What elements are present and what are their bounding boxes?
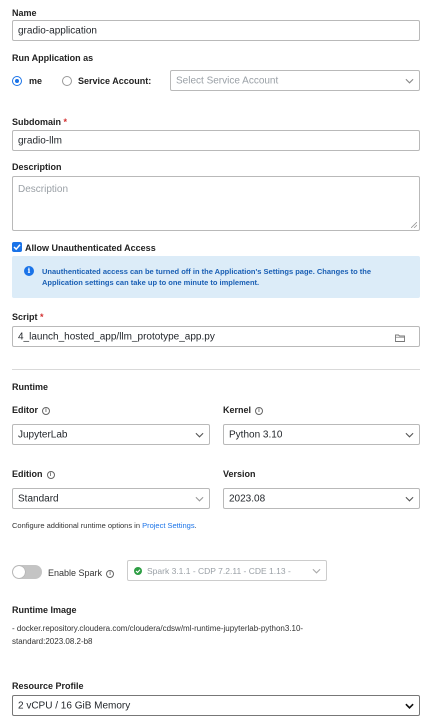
editor-label-text: Editor xyxy=(12,405,38,415)
script-required-mark: * xyxy=(40,312,44,322)
edition-label-text: Edition xyxy=(12,469,43,479)
runtime-config-note: Configure additional runtime options in … xyxy=(12,521,197,530)
chevron-down-icon xyxy=(405,496,414,502)
project-settings-link[interactable]: Project Settings xyxy=(142,521,195,530)
script-input[interactable]: 4_launch_hosted_app/llm_prototype_app.py xyxy=(12,326,420,347)
edition-label: Edition i xyxy=(12,469,55,479)
radio-service-account-label: Service Account: xyxy=(78,76,152,86)
subdomain-label-text: Subdomain xyxy=(12,117,61,127)
chevron-down-icon xyxy=(312,568,321,574)
description-textarea[interactable]: Description xyxy=(12,176,420,231)
name-input-value: gradio-application xyxy=(18,25,97,36)
check-icon xyxy=(13,244,21,251)
runtime-image-line2: standard:2023.08.2-b8 xyxy=(12,637,93,646)
chevron-down-icon xyxy=(195,432,204,438)
toggle-knob xyxy=(13,566,25,578)
runtime-image-line1: - docker.repository.cloudera.com/clouder… xyxy=(12,624,304,633)
resize-handle-icon[interactable] xyxy=(411,222,417,228)
kernel-label-text: Kernel xyxy=(223,405,252,415)
runtime-heading: Runtime xyxy=(12,382,48,392)
editor-select-value: JupyterLab xyxy=(18,429,68,440)
enable-spark-toggle[interactable] xyxy=(12,565,42,579)
runtime-config-text: Configure additional runtime options in xyxy=(12,521,143,530)
editor-select[interactable]: JupyterLab xyxy=(12,424,210,445)
script-input-value: 4_launch_hosted_app/llm_prototype_app.py xyxy=(18,331,215,342)
spark-status-icon xyxy=(134,567,142,575)
service-account-placeholder: Select Service Account xyxy=(176,75,279,86)
edition-info-icon[interactable]: i xyxy=(46,470,55,479)
service-account-select[interactable]: Select Service Account xyxy=(170,70,420,91)
version-select-value: 2023.08 xyxy=(229,493,266,504)
radio-me[interactable] xyxy=(12,76,22,86)
kernel-select[interactable]: Python 3.10 xyxy=(223,424,420,445)
subdomain-required-mark: * xyxy=(63,117,68,127)
description-placeholder: Description xyxy=(18,184,69,195)
description-label: Description xyxy=(12,162,62,172)
unauth-info-box: i Unauthenticated access can be turned o… xyxy=(12,256,420,298)
edition-select-value: Standard xyxy=(18,493,59,504)
runtime-image-heading: Runtime Image xyxy=(12,605,77,615)
unauth-checkbox[interactable] xyxy=(12,242,22,252)
run-as-label: Run Application as xyxy=(12,53,94,63)
section-divider xyxy=(12,369,420,370)
spark-info-icon[interactable]: i xyxy=(106,569,115,578)
version-label: Version xyxy=(223,469,256,479)
unauth-label: Allow Unauthenticated Access xyxy=(25,243,156,253)
resource-profile-value: 2 vCPU / 16 GiB Memory xyxy=(18,700,131,711)
folder-icon[interactable] xyxy=(395,334,405,342)
resource-profile-label: Resource Profile xyxy=(12,681,84,691)
chevron-down-icon xyxy=(195,496,204,502)
chevron-down-icon xyxy=(405,432,414,438)
editor-label: Editor i xyxy=(12,405,50,415)
subdomain-input[interactable]: gradio-llm xyxy=(12,130,420,151)
unauth-info-text: Unauthenticated access can be turned off… xyxy=(42,266,371,288)
enable-spark-label: Enable Spark i xyxy=(48,568,115,578)
subdomain-label: Subdomain * xyxy=(12,117,67,127)
kernel-label: Kernel i xyxy=(223,405,264,415)
unauth-info-line2: Application settings can take up to one … xyxy=(42,278,260,287)
radio-me-label: me xyxy=(29,76,43,86)
version-select[interactable]: 2023.08 xyxy=(223,488,420,509)
chevron-down-icon xyxy=(405,78,414,84)
radio-service-account[interactable] xyxy=(62,76,72,86)
spark-select-value: Spark 3.1.1 - CDP 7.2.11 - CDE 1.13 - xyxy=(147,566,291,576)
enable-spark-label-text: Enable Spark xyxy=(48,568,103,578)
script-label: Script * xyxy=(12,312,44,322)
runtime-config-end: . xyxy=(194,521,197,530)
runtime-image-value: - docker.repository.cloudera.com/clouder… xyxy=(12,622,303,648)
editor-info-icon[interactable]: i xyxy=(42,406,50,415)
script-label-text: Script xyxy=(12,312,38,322)
kernel-select-value: Python 3.10 xyxy=(229,429,283,440)
kernel-info-icon[interactable]: i xyxy=(255,406,264,415)
subdomain-input-value: gradio-llm xyxy=(18,135,62,146)
chevron-down-icon xyxy=(405,703,414,709)
name-input[interactable]: gradio-application xyxy=(12,20,420,41)
resource-profile-select[interactable]: 2 vCPU / 16 GiB Memory xyxy=(12,695,420,716)
unauth-info-line1: Unauthenticated access can be turned off… xyxy=(42,267,372,276)
name-label: Name xyxy=(12,8,37,18)
spark-select: Spark 3.1.1 - CDP 7.2.11 - CDE 1.13 - xyxy=(127,560,327,581)
edition-select[interactable]: Standard xyxy=(12,488,210,509)
info-icon: i xyxy=(24,266,34,276)
